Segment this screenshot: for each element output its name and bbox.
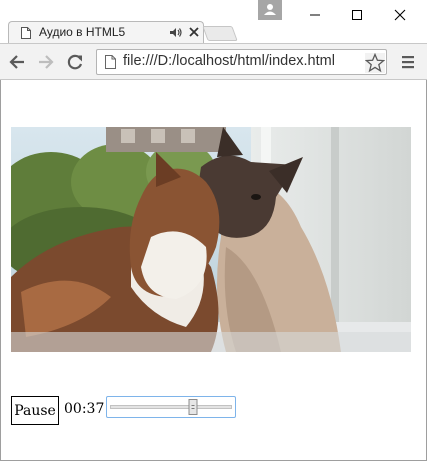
window-close-icon[interactable] (385, 0, 415, 26)
page-icon (105, 55, 116, 69)
cats-video-frame (11, 127, 411, 352)
back-icon[interactable] (8, 53, 26, 71)
forward-icon[interactable] (37, 53, 55, 71)
browser-tab[interactable]: Аудио в HTML5 (8, 21, 204, 43)
video-player[interactable] (11, 127, 411, 352)
seek-slider[interactable] (106, 396, 236, 418)
seek-thumb[interactable] (188, 399, 198, 415)
minimize-icon[interactable] (300, 0, 330, 26)
title-bar: Аудио в HTML5 (0, 0, 427, 43)
reload-icon[interactable] (66, 53, 84, 71)
page-content: Pause 00:37 (0, 80, 427, 461)
new-tab-button[interactable] (202, 26, 238, 41)
tab-title: Аудио в HTML5 (39, 25, 126, 39)
document-icon (21, 27, 31, 39)
tab-close-icon[interactable] (188, 26, 200, 38)
menu-icon[interactable] (400, 54, 416, 70)
seek-track[interactable] (110, 405, 232, 409)
profile-button[interactable] (258, 0, 282, 20)
audio-playing-icon[interactable] (170, 27, 182, 38)
address-bar[interactable]: file:///D:/localhost/html/index.html (96, 49, 387, 75)
url-text[interactable]: file:///D:/localhost/html/index.html (123, 53, 335, 69)
profile-icon (264, 4, 276, 15)
star-icon[interactable] (365, 53, 385, 73)
maximize-icon[interactable] (342, 0, 372, 26)
time-display: 00:37 (64, 401, 105, 417)
browser-toolbar: file:///D:/localhost/html/index.html (0, 43, 427, 80)
pause-button[interactable]: Pause (11, 396, 59, 425)
